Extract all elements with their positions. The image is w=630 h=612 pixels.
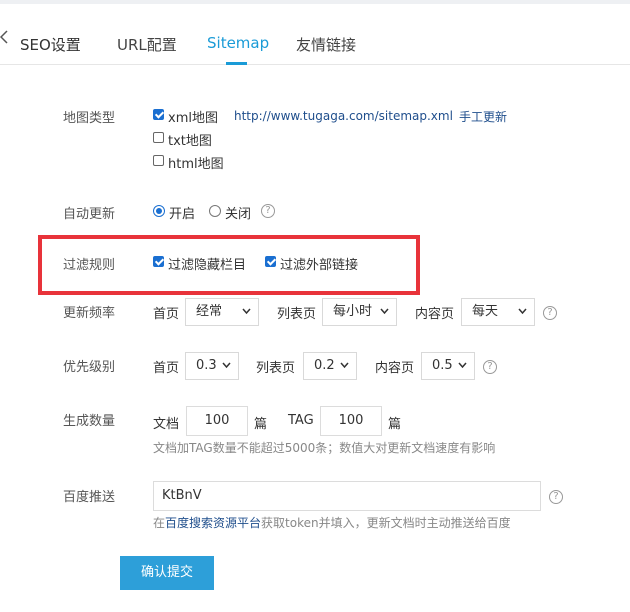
auto-update-off-radio[interactable]	[209, 205, 221, 217]
frequency-list-select[interactable]: 每小时	[322, 298, 397, 326]
doc-count-label: 文档	[153, 417, 180, 432]
chevron-down-icon	[340, 362, 349, 369]
generate-count-label: 生成数量	[63, 414, 116, 429]
priority-home-select[interactable]: 0.3	[185, 352, 239, 380]
tag-count-input[interactable]: 100	[320, 406, 382, 436]
active-tab-indicator	[226, 62, 247, 65]
tab-friend-links[interactable]: 友情链接	[296, 34, 356, 55]
auto-update-off-label: 关闭	[225, 207, 252, 222]
chevron-down-icon	[380, 308, 389, 315]
filter-hidden-columns-label: 过滤隐藏栏目	[168, 258, 247, 273]
submit-button[interactable]: 确认提交	[120, 556, 214, 590]
txt-map-checkbox[interactable]	[153, 132, 164, 143]
tab-sitemap[interactable]: Sitemap	[207, 34, 269, 52]
map-type-label: 地图类型	[63, 111, 116, 126]
priority-label: 优先级别	[63, 360, 116, 375]
tag-count-label: TAG	[288, 413, 314, 428]
baidu-push-label: 百度推送	[63, 490, 116, 505]
frequency-content-label: 内容页	[415, 307, 455, 322]
chevron-down-icon	[222, 362, 231, 369]
priority-list-select[interactable]: 0.2	[303, 352, 357, 380]
frequency-home-label: 首页	[153, 307, 180, 322]
baidu-push-hint: 在百度搜索资源平台获取token并填入，更新文档时主动推送给百度	[153, 516, 511, 530]
priority-content-label: 内容页	[375, 361, 415, 376]
frequency-content-select[interactable]: 每天	[461, 298, 535, 326]
frequency-home-select[interactable]: 经常	[185, 298, 259, 326]
priority-list-label: 列表页	[256, 361, 296, 376]
sitemap-url-link[interactable]: http://www.tugaga.com/sitemap.xml	[234, 109, 453, 123]
filter-rules-label: 过滤规则	[63, 258, 116, 273]
html-map-checkbox[interactable]	[153, 155, 164, 166]
baidu-resource-platform-link[interactable]: 百度搜索资源平台	[165, 516, 261, 530]
page-title: SEO设置	[20, 36, 81, 54]
tab-bar: SEO设置 URL配置 Sitemap 友情链接	[0, 4, 630, 65]
help-icon[interactable]: ?	[261, 204, 275, 218]
tab-url-config[interactable]: URL配置	[117, 34, 177, 55]
chevron-down-icon	[518, 308, 527, 315]
doc-count-input[interactable]: 100	[186, 406, 248, 436]
generate-count-hint: 文档加TAG数量不能超过5000条；数值大对更新文档速度有影响	[153, 441, 496, 455]
priority-content-select[interactable]: 0.5	[421, 352, 475, 380]
frequency-list-label: 列表页	[277, 307, 317, 322]
doc-count-unit: 篇	[254, 417, 268, 432]
back-arrow-icon[interactable]	[0, 30, 10, 44]
tag-count-unit: 篇	[388, 417, 402, 432]
xml-map-label: xml地图	[168, 111, 218, 126]
help-icon[interactable]: ?	[483, 360, 497, 374]
chevron-down-icon	[242, 308, 251, 315]
manual-update-link[interactable]: 手工更新	[459, 108, 507, 125]
help-icon[interactable]: ?	[549, 490, 563, 504]
auto-update-label: 自动更新	[63, 207, 116, 222]
help-icon[interactable]: ?	[543, 306, 557, 320]
filter-hidden-columns-checkbox[interactable]	[153, 256, 164, 267]
baidu-token-input[interactable]: KtBnV	[153, 481, 541, 511]
chevron-down-icon	[458, 362, 467, 369]
xml-map-checkbox[interactable]	[153, 109, 164, 120]
auto-update-on-radio[interactable]	[153, 205, 165, 217]
filter-external-links-label: 过滤外部链接	[280, 258, 359, 273]
filter-external-links-checkbox[interactable]	[265, 256, 276, 267]
auto-update-on-label: 开启	[169, 207, 196, 222]
frequency-label: 更新频率	[63, 306, 116, 321]
html-map-label: html地图	[168, 157, 224, 172]
txt-map-label: txt地图	[168, 134, 212, 149]
priority-home-label: 首页	[153, 361, 180, 376]
